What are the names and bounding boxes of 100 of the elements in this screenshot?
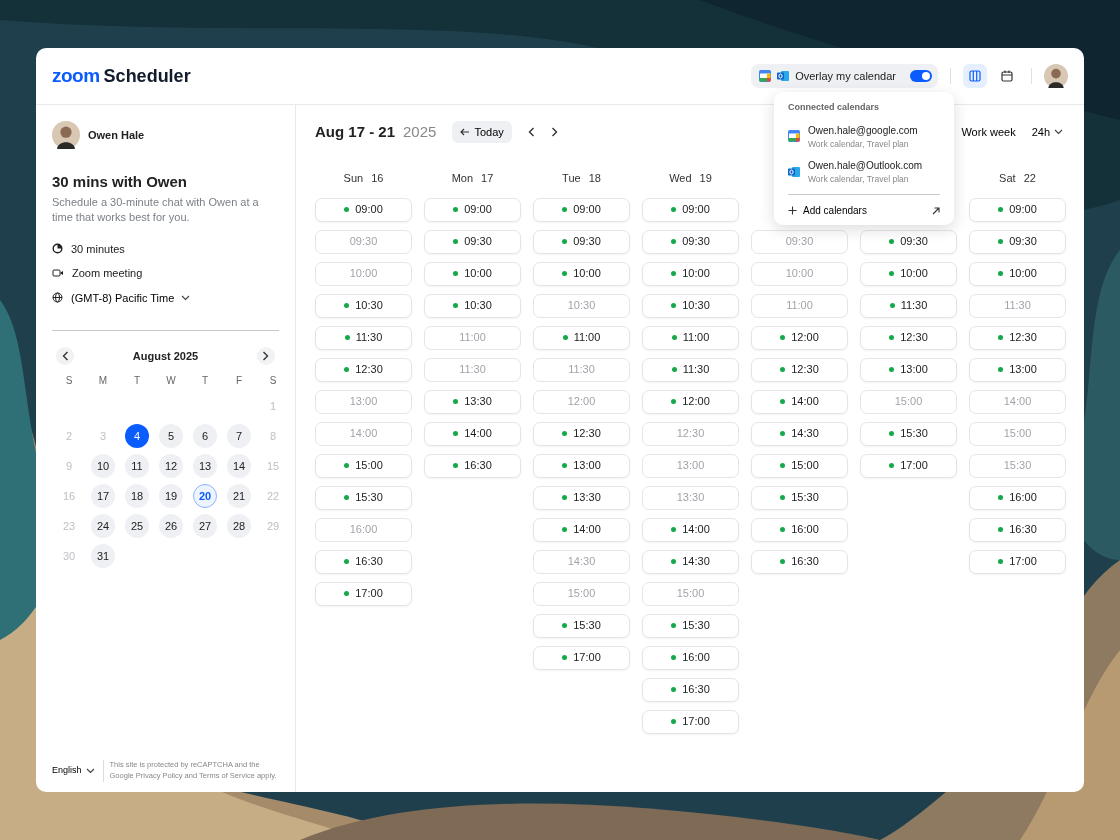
time-slot[interactable]: 13:30 — [533, 485, 630, 510]
calendar-day[interactable]: 31 — [91, 544, 115, 569]
time-slot[interactable]: 15:30 — [860, 421, 957, 446]
time-slot[interactable]: 10:00 — [533, 261, 630, 286]
time-slot[interactable]: 16:00 — [642, 645, 739, 670]
time-slot[interactable]: 11:00 — [642, 325, 739, 350]
view-dropdown[interactable]: Work week — [961, 124, 1016, 141]
time-slot[interactable]: 13:00 — [533, 453, 630, 478]
toggle-switch[interactable] — [910, 70, 932, 82]
time-slot[interactable]: 16:00 — [969, 485, 1066, 510]
calendar-day[interactable]: 11 — [125, 454, 149, 479]
time-slot[interactable]: 09:00 — [315, 197, 412, 222]
event-detail: Zoom meeting — [72, 266, 143, 282]
time-slot[interactable]: 11:30 — [642, 357, 739, 382]
time-slot[interactable]: 15:00 — [751, 453, 848, 478]
previous-week-button[interactable] — [527, 127, 535, 138]
time-slot[interactable]: 10:00 — [424, 261, 521, 286]
time-slot[interactable]: 16:30 — [424, 453, 521, 478]
time-slot[interactable]: 09:30 — [642, 229, 739, 254]
time-slot[interactable]: 12:00 — [751, 325, 848, 350]
time-slot[interactable]: 09:30 — [424, 229, 521, 254]
calendar-day[interactable]: 4 — [125, 424, 149, 449]
time-slot[interactable]: 12:30 — [751, 357, 848, 382]
month-title: August 2025 — [132, 348, 199, 364]
time-slot[interactable]: 09:30 — [860, 229, 957, 254]
calendar-account[interactable]: Owen.hale@google.com Work calendar, Travel plan — [788, 118, 940, 155]
today-button[interactable]: Today — [452, 121, 512, 144]
time-slot[interactable]: 10:00 — [860, 261, 957, 286]
time-slot[interactable]: 14:00 — [533, 517, 630, 542]
time-slot[interactable]: 14:00 — [751, 389, 848, 414]
time-slot[interactable]: 14:00 — [424, 421, 521, 446]
time-slot[interactable]: 14:30 — [642, 549, 739, 574]
calendar-day[interactable]: 5 — [159, 424, 183, 449]
view-button[interactable] — [963, 64, 987, 88]
time-slot[interactable]: 10:30 — [315, 293, 412, 318]
time-slot[interactable]: 10:30 — [424, 293, 521, 318]
calendar-day[interactable]: 19 — [159, 484, 183, 509]
time-slot[interactable]: 16:30 — [315, 549, 412, 574]
time-slot[interactable]: 15:00 — [315, 453, 412, 478]
time-slot[interactable]: 15:30 — [642, 613, 739, 638]
time-slot[interactable]: 16:30 — [642, 677, 739, 702]
time-slot[interactable]: 12:00 — [642, 389, 739, 414]
time-slot[interactable]: 17:00 — [860, 453, 957, 478]
language-dropdown[interactable]: English — [52, 764, 95, 778]
time-slot[interactable]: 17:00 — [969, 549, 1066, 574]
time-slot[interactable]: 11:30 — [315, 325, 412, 350]
calendar-day[interactable]: 13 — [193, 454, 217, 479]
time-slot[interactable]: 16:30 — [969, 517, 1066, 542]
calendar-account[interactable]: Owen.hale@Outlook.com Work calendar, Travel plan — [788, 154, 940, 190]
time-slot[interactable]: 09:00 — [642, 197, 739, 222]
next-month-button[interactable] — [257, 347, 275, 366]
time-slot[interactable]: 09:30 — [969, 229, 1066, 254]
time-slot[interactable]: 15:30 — [533, 613, 630, 638]
time-slot[interactable]: 09:00 — [533, 197, 630, 222]
time-slot[interactable]: 09:00 — [969, 197, 1066, 222]
calendar-day[interactable]: 10 — [91, 454, 115, 479]
calendar-day[interactable]: 17 — [91, 484, 115, 509]
calendar-day[interactable]: 18 — [125, 484, 149, 509]
next-week-button[interactable] — [550, 127, 558, 138]
calendar-day[interactable]: 12 — [159, 454, 183, 479]
previous-month-button[interactable] — [56, 347, 74, 366]
time-slot[interactable]: 13:00 — [969, 357, 1066, 382]
time-slot[interactable]: 14:00 — [642, 517, 739, 542]
calendar-day[interactable]: 25 — [125, 514, 149, 539]
time-slot[interactable]: 11:30 — [860, 293, 957, 318]
time-slot[interactable]: 10:00 — [642, 261, 739, 286]
time-slot[interactable]: 17:00 — [642, 709, 739, 734]
time-slot[interactable]: 17:00 — [315, 581, 412, 606]
time-slot[interactable]: 16:00 — [751, 517, 848, 542]
time-slot[interactable]: 12:30 — [969, 325, 1066, 350]
available-dot — [780, 495, 786, 500]
time-slot[interactable]: 09:00 — [424, 197, 521, 222]
calendar-day[interactable]: 14 — [227, 454, 251, 479]
calendar-day[interactable]: 26 — [159, 514, 183, 539]
time-slot[interactable]: 16:30 — [751, 549, 848, 574]
calendar-day[interactable]: 27 — [193, 514, 217, 539]
overlay-toggle[interactable]: Overlay my calendar — [751, 64, 938, 88]
time-slot[interactable]: 15:30 — [751, 485, 848, 510]
calendar-day[interactable]: 21 — [227, 484, 251, 509]
add-calendars-button[interactable]: Add calendars — [788, 199, 940, 222]
time-slot[interactable]: 09:30 — [533, 229, 630, 254]
user-avatar[interactable] — [1044, 64, 1068, 88]
time-slot[interactable]: 10:30 — [642, 293, 739, 318]
calendar-day[interactable]: 28 — [227, 514, 251, 539]
time-slot[interactable]: 12:30 — [315, 357, 412, 382]
calendar-day[interactable]: 7 — [227, 424, 251, 449]
time-slot[interactable]: 15:30 — [315, 485, 412, 510]
time-slot[interactable]: 13:30 — [424, 389, 521, 414]
calendar-day[interactable]: 6 — [193, 424, 217, 449]
time-slot[interactable]: 14:30 — [751, 421, 848, 446]
timezone-dropdown[interactable]: (GMT-8) Pacific Time — [71, 289, 191, 307]
calendar-day[interactable]: 24 — [91, 514, 115, 539]
time-slot[interactable]: 12:30 — [533, 421, 630, 446]
time-slot[interactable]: 17:00 — [533, 645, 630, 670]
time-slot[interactable]: 12:30 — [860, 325, 957, 350]
time-slot[interactable]: 10:00 — [969, 261, 1066, 286]
hours-dropdown[interactable]: 24h — [1031, 124, 1063, 141]
time-slot[interactable]: 13:00 — [860, 357, 957, 382]
calendar-day[interactable]: 20 — [193, 484, 217, 509]
time-slot[interactable]: 11:00 — [533, 325, 630, 350]
